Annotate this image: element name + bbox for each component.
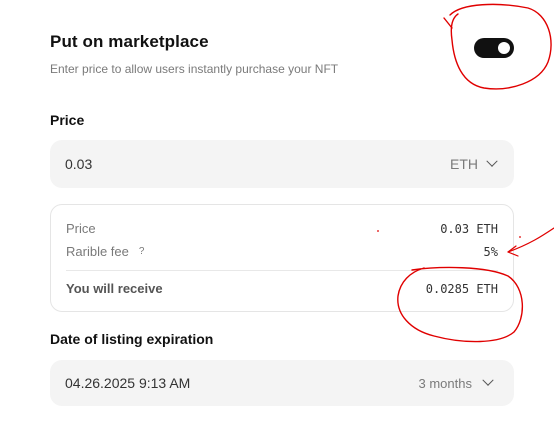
put-on-marketplace-panel: Put on marketplace Enter price to allow …	[0, 0, 554, 426]
annotation-dot	[519, 236, 521, 238]
toggle-knob	[498, 42, 510, 54]
summary-receive-value: 0.0285 ETH	[425, 281, 498, 296]
expiration-label: Date of listing expiration	[50, 331, 214, 347]
price-label: Price	[50, 112, 85, 128]
summary-fee-label-wrap: Rarible fee ?	[66, 244, 144, 259]
summary-row-price: Price 0.03 ETH	[66, 221, 498, 236]
fee-help-icon[interactable]: ?	[139, 246, 145, 257]
price-input[interactable]: 0.03 ETH	[50, 140, 514, 188]
summary-receive-label: You will receive	[66, 281, 163, 296]
annotation-arrow-fee	[507, 227, 554, 253]
duration-label: 3 months	[418, 375, 472, 391]
summary-fee-value: 5%	[483, 244, 498, 259]
duration-select[interactable]: 3 months	[418, 374, 494, 391]
currency-label: ETH	[450, 156, 478, 172]
summary-fee-label: Rarible fee	[66, 244, 129, 259]
summary-row-receive: You will receive 0.0285 ETH	[66, 281, 498, 296]
expiration-date-value: 04.26.2025 9:13 AM	[65, 375, 191, 391]
price-summary: Price 0.03 ETH Rarible fee ? 5% You will…	[50, 204, 514, 312]
marketplace-subtitle: Enter price to allow users instantly pur…	[50, 62, 339, 76]
summary-divider	[66, 270, 498, 271]
marketplace-title: Put on marketplace	[50, 32, 209, 51]
marketplace-toggle[interactable]	[474, 38, 514, 58]
chevron-down-icon	[482, 374, 494, 386]
annotation-tick-toggle	[443, 17, 453, 29]
summary-price-value: 0.03 ETH	[440, 221, 498, 236]
summary-price-label: Price	[66, 221, 96, 236]
summary-row-fee: Rarible fee ? 5%	[66, 244, 498, 259]
chevron-down-icon	[486, 155, 498, 167]
price-value: 0.03	[65, 156, 93, 172]
expiration-date-input[interactable]: 04.26.2025 9:13 AM 3 months	[50, 360, 514, 406]
currency-select[interactable]: ETH	[450, 155, 498, 172]
